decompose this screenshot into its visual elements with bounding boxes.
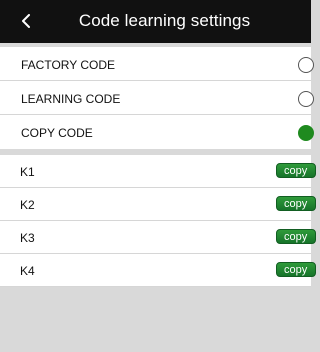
key-label: K3 xyxy=(20,231,35,245)
key-label: K4 xyxy=(20,264,35,278)
key-label: K1 xyxy=(20,165,35,179)
key-label: K2 xyxy=(20,198,35,212)
copy-code-option[interactable]: COPY CODE xyxy=(0,115,314,149)
learning-code-radio[interactable] xyxy=(298,91,314,107)
factory-code-option[interactable]: FACTORY CODE xyxy=(0,47,314,81)
learning-code-option[interactable]: LEARNING CODE xyxy=(0,81,314,115)
key-row-k1: K1 copy xyxy=(0,155,316,188)
key-list: K1 copy K2 copy K3 copy K4 copy xyxy=(0,155,316,287)
key-row-k4: K4 copy xyxy=(0,254,316,287)
factory-code-label: FACTORY CODE xyxy=(21,58,116,72)
copy-button-k4[interactable]: copy xyxy=(276,262,316,277)
key-row-k2: K2 copy xyxy=(0,188,316,221)
code-mode-list: FACTORY CODE LEARNING CODE COPY CODE xyxy=(0,47,314,149)
copy-code-label: COPY CODE xyxy=(21,126,93,140)
learning-code-label: LEARNING CODE xyxy=(21,92,121,106)
key-row-k3: K3 copy xyxy=(0,221,316,254)
top-bar: Code learning settings xyxy=(0,0,311,43)
copy-button-k2[interactable]: copy xyxy=(276,196,316,211)
copy-code-radio[interactable] xyxy=(298,125,314,141)
copy-button-k3[interactable]: copy xyxy=(276,229,316,244)
factory-code-radio[interactable] xyxy=(298,57,314,73)
copy-button-k1[interactable]: copy xyxy=(276,163,316,178)
page-title: Code learning settings xyxy=(78,11,251,30)
